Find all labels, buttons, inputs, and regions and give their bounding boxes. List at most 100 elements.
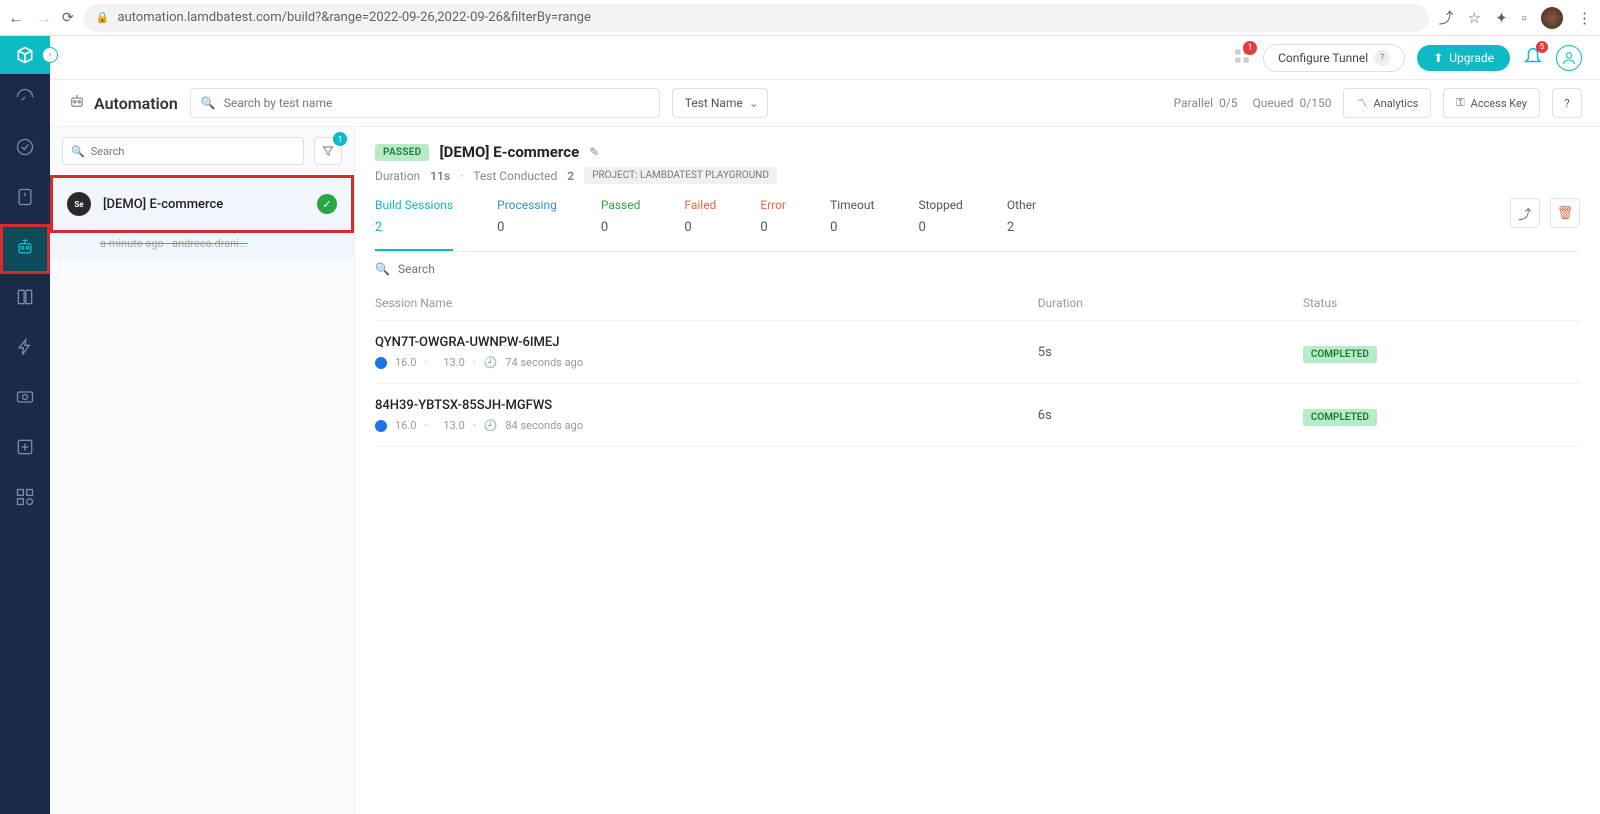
tabs-row: Build Sessions2Processing0Passed0Failed0… xyxy=(375,198,1580,252)
brand-logo[interactable]: › xyxy=(0,36,50,74)
tab-count: 0 xyxy=(918,220,962,235)
status-badge: COMPLETED xyxy=(1303,409,1377,426)
queued-label: Queued xyxy=(1253,96,1294,110)
left-nav-rail: › xyxy=(0,36,50,814)
col-session-name: Session Name xyxy=(375,296,1038,310)
clock-icon: 🕘 xyxy=(484,356,498,369)
search-icon: 🔍 xyxy=(201,96,216,110)
tab-count: 0 xyxy=(684,220,716,235)
browser-icon xyxy=(375,420,387,432)
session-meta: 16.0·13.0·🕘74 seconds ago xyxy=(375,356,1038,369)
builds-search-input[interactable] xyxy=(91,145,295,158)
rail-visual[interactable] xyxy=(0,174,50,224)
browser-chrome: ← → ⟳ 🔒 automation.lamdbatest.com/build?… xyxy=(0,0,1600,36)
extension-icon[interactable]: ✦ xyxy=(1495,9,1508,27)
reload-icon[interactable]: ⟳ xyxy=(62,10,74,26)
build-item[interactable]: Se [DEMO] E-commerce ✓ xyxy=(50,175,354,233)
upgrade-arrow-icon: ⬆ xyxy=(1433,51,1443,65)
status-badge: COMPLETED xyxy=(1303,346,1377,363)
star-icon[interactable]: ☆ xyxy=(1468,9,1481,27)
expand-rail-icon[interactable]: › xyxy=(42,47,58,63)
analytics-button[interactable]: 〽 Analytics xyxy=(1343,88,1431,118)
tab-passed[interactable]: Passed0 xyxy=(601,198,641,249)
share-icon[interactable]: ⤴ xyxy=(1439,7,1454,28)
search-icon: 🔍 xyxy=(375,262,390,276)
session-search-input[interactable] xyxy=(398,262,598,276)
tab-error[interactable]: Error0 xyxy=(760,198,786,249)
tab-label: Passed xyxy=(601,198,641,212)
access-key-button[interactable]: ⚿ Access Key xyxy=(1443,88,1540,118)
edit-icon[interactable]: ✎ xyxy=(589,145,599,159)
tab-timeout[interactable]: Timeout0 xyxy=(830,198,874,249)
rail-screenshot[interactable] xyxy=(0,374,50,424)
parallel-value: 0/5 xyxy=(1219,96,1237,110)
tab-processing[interactable]: Processing0 xyxy=(497,198,557,249)
url-text: automation.lamdbatest.com/build?&range=2… xyxy=(117,10,590,25)
profile-avatar[interactable] xyxy=(1541,7,1563,29)
project-pill: PROJECT: LAMBDATEST PLAYGROUND xyxy=(584,167,777,184)
tab-other[interactable]: Other2 xyxy=(1007,198,1036,249)
test-name-selector[interactable]: Test Name xyxy=(672,88,768,118)
rail-realtime[interactable] xyxy=(0,124,50,174)
detail-title: [DEMO] E-commerce xyxy=(439,143,579,161)
upgrade-label: Upgrade xyxy=(1449,51,1494,65)
key-icon: ⚿ xyxy=(1456,96,1464,110)
configure-tunnel-label: Configure Tunnel xyxy=(1278,51,1368,65)
tab-label: Failed xyxy=(684,198,716,212)
test-search-input[interactable] xyxy=(224,96,649,110)
rail-dashboard[interactable] xyxy=(0,74,50,124)
table-header: Session Name Duration Status xyxy=(375,282,1580,321)
rail-automation[interactable] xyxy=(0,224,50,274)
search-icon: 🔍 xyxy=(71,145,85,158)
selenium-icon: Se xyxy=(67,192,91,216)
test-search-box[interactable]: 🔍 xyxy=(190,88,660,118)
session-time: 84 seconds ago xyxy=(505,419,583,432)
apps-grid-icon[interactable]: 1 xyxy=(1233,47,1251,69)
configure-tunnel-button[interactable]: Configure Tunnel ? xyxy=(1263,44,1405,72)
builds-search-box[interactable]: 🔍 xyxy=(62,137,304,165)
session-search[interactable]: 🔍 xyxy=(375,262,1580,276)
session-name: QYN7T-OWGRA-UWNPW-6IMEJ xyxy=(375,335,1038,350)
session-duration: 5s xyxy=(1038,345,1303,360)
tab-failed[interactable]: Failed 0 xyxy=(684,198,716,249)
menu-dots-icon[interactable]: ⋮ xyxy=(1577,9,1592,27)
filter-badge: 1 xyxy=(333,132,347,146)
conducted-label: Test Conducted xyxy=(473,169,557,183)
session-row[interactable]: 84H39-YBTSX-85SJH-MGFWS16.0·13.0·🕘84 sec… xyxy=(375,384,1580,447)
delete-icon[interactable]: 🗑 xyxy=(1550,198,1580,228)
share-icon[interactable]: ⤴ xyxy=(1510,198,1540,228)
tab-label: Other xyxy=(1007,198,1036,212)
os-version: 13.0 xyxy=(443,419,464,432)
browser-version: 16.0 xyxy=(395,419,416,432)
rail-integrations[interactable] xyxy=(0,474,50,524)
analytics-label: Analytics xyxy=(1373,97,1418,110)
parallel-info: Parallel 0/5 Queued 0/150 xyxy=(1174,96,1332,110)
tab-label: Processing xyxy=(497,198,557,212)
clock-icon: 🕘 xyxy=(484,419,498,432)
upgrade-button[interactable]: ⬆ Upgrade xyxy=(1417,45,1510,71)
tab-stopped[interactable]: Stopped 0 xyxy=(918,198,962,249)
analytics-icon: 〽 xyxy=(1356,95,1367,111)
filter-button[interactable]: 1 xyxy=(314,137,342,165)
section-bar: Automation 🔍 Test Name Parallel 0/5 Queu… xyxy=(50,80,1600,127)
rail-hyper[interactable] xyxy=(0,324,50,374)
url-bar[interactable]: 🔒 automation.lamdbatest.com/build?&range… xyxy=(84,4,1429,32)
build-name: [DEMO] E-commerce xyxy=(103,197,305,212)
check-icon: ✓ xyxy=(317,194,337,214)
rail-app[interactable] xyxy=(0,274,50,324)
apps-badge: 1 xyxy=(1243,41,1257,55)
back-arrow-icon[interactable]: ← xyxy=(8,8,24,28)
help-button[interactable]: ? xyxy=(1552,88,1582,118)
session-row[interactable]: QYN7T-OWGRA-UWNPW-6IMEJ 16.0·13.0·🕘74 sec… xyxy=(375,321,1580,384)
panel-icon[interactable]: ▫ xyxy=(1522,9,1527,27)
user-menu-icon[interactable] xyxy=(1556,45,1582,71)
rail-add[interactable] xyxy=(0,424,50,474)
session-duration: 6s xyxy=(1038,408,1303,423)
notif-badge: 5 xyxy=(1536,41,1548,53)
tab-label: Stopped xyxy=(918,198,962,212)
col-duration: Duration xyxy=(1038,296,1303,310)
forward-arrow-icon[interactable]: → xyxy=(36,8,52,28)
tab-build-sessions[interactable]: Build Sessions2 xyxy=(375,198,453,251)
notifications-icon[interactable]: 5 xyxy=(1522,45,1544,71)
tunnel-help-icon: ? xyxy=(1374,50,1390,66)
